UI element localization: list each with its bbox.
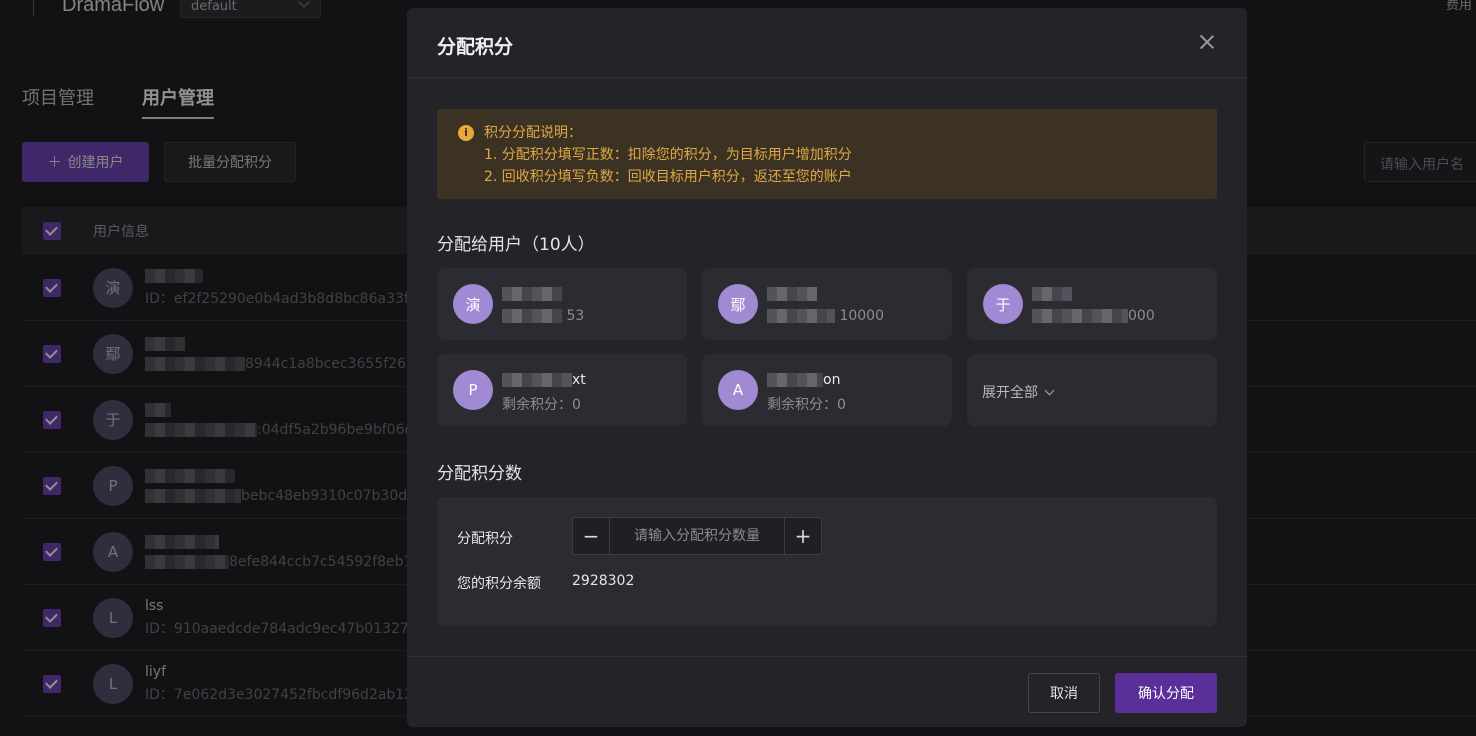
chevron-down-icon — [1044, 385, 1055, 396]
expand-all-label: 展开全部 — [982, 385, 1038, 401]
avatar: 演 — [453, 284, 493, 324]
blurred-points — [767, 309, 835, 323]
user-name: xt — [572, 372, 586, 388]
close-icon[interactable] — [1200, 35, 1214, 49]
user-points: 10000 — [839, 308, 884, 324]
user-card: 鄢 10000 — [702, 268, 952, 340]
balance-value: 2928302 — [572, 573, 635, 589]
blurred-name — [502, 373, 572, 387]
balance-label: 您的积分余额 — [457, 576, 541, 592]
info-icon: i — [458, 125, 474, 141]
user-points: 剩余积分：0 — [767, 397, 846, 413]
assign-points-dialog: 分配积分 i 积分分配说明： 1. 分配积分填写正数：扣除您的积分，为目标用户增… — [407, 8, 1247, 727]
user-name: on — [823, 372, 841, 388]
points-panel: 分配积分 − + 您的积分余额 2928302 — [437, 497, 1217, 626]
user-card: A on 剩余积分：0 — [702, 354, 952, 426]
blurred-name — [767, 373, 823, 387]
blurred-name — [767, 287, 817, 301]
confirm-assign-button[interactable]: 确认分配 — [1115, 673, 1217, 713]
points-input[interactable] — [610, 518, 784, 554]
notice-line-2: 2. 回收积分填写负数：回收目标用户积分，返还至您的账户 — [484, 169, 852, 185]
user-points: 剩余积分：0 — [502, 397, 581, 413]
blurred-points — [502, 309, 562, 323]
dialog-title: 分配积分 — [437, 36, 514, 58]
notice-line-1: 1. 分配积分填写正数：扣除您的积分，为目标用户增加积分 — [484, 147, 852, 163]
blurred-name — [1032, 287, 1072, 301]
avatar: 于 — [983, 284, 1023, 324]
user-points: 000 — [1128, 308, 1155, 324]
points-label: 分配积分 — [457, 531, 513, 547]
user-card: P xt 剩余积分：0 — [437, 354, 687, 426]
user-card: 演 53 — [437, 268, 687, 340]
notice-title: 积分分配说明： — [484, 125, 582, 141]
user-points: 53 — [566, 308, 585, 324]
plus-button[interactable]: + — [784, 518, 821, 554]
avatar: 鄢 — [718, 284, 758, 324]
dialog-header: 分配积分 — [407, 8, 1247, 78]
cancel-button[interactable]: 取消 — [1028, 673, 1100, 713]
minus-button[interactable]: − — [573, 518, 610, 554]
points-section-title: 分配积分数 — [437, 464, 522, 484]
blurred-name — [502, 287, 562, 301]
blurred-points — [1032, 309, 1128, 323]
dialog-footer: 取消 确认分配 — [407, 656, 1247, 727]
avatar: P — [453, 370, 493, 410]
assign-to-title: 分配给用户（10人） — [437, 235, 595, 255]
expand-all-button[interactable]: 展开全部 — [967, 354, 1217, 426]
user-card: 于 000 — [967, 268, 1217, 340]
points-stepper: − + — [572, 517, 822, 555]
notice-box: i 积分分配说明： 1. 分配积分填写正数：扣除您的积分，为目标用户增加积分 2… — [437, 109, 1217, 199]
avatar: A — [718, 370, 758, 410]
